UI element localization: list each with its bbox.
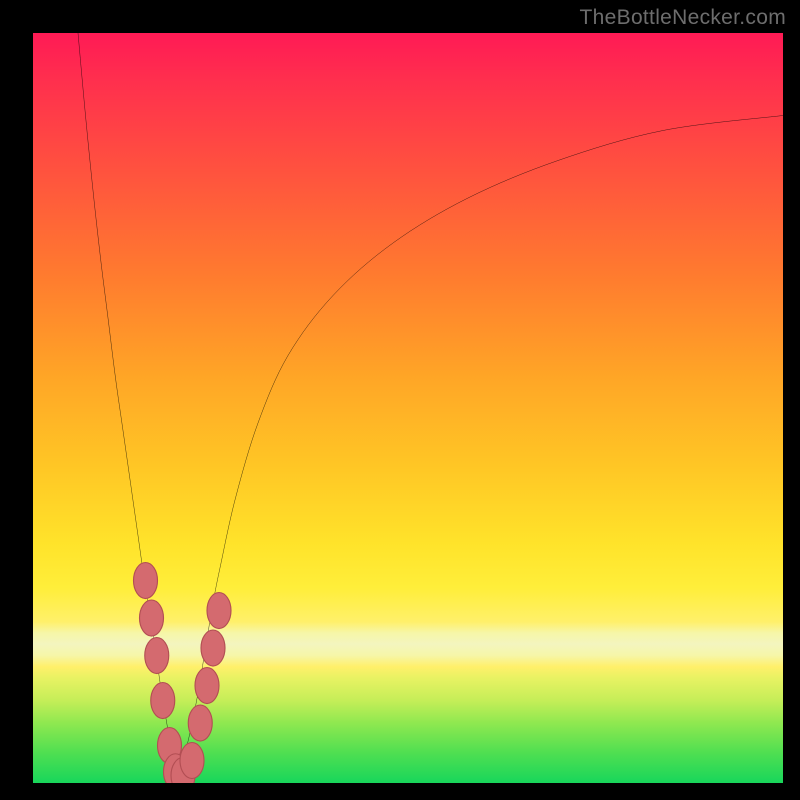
data-marker [188, 705, 212, 741]
data-marker [201, 630, 225, 666]
data-marker [195, 668, 219, 704]
data-marker [140, 600, 164, 636]
plot-area [33, 33, 783, 783]
data-marker [151, 683, 175, 719]
curve-right-branch [176, 116, 784, 784]
data-marker [134, 563, 158, 599]
data-marker [180, 743, 204, 779]
watermark-text: TheBottleNecker.com [580, 6, 786, 30]
chart-frame: TheBottleNecker.com [0, 0, 800, 800]
data-marker [145, 638, 169, 674]
data-marker [207, 593, 231, 629]
curve-layer [33, 33, 783, 783]
